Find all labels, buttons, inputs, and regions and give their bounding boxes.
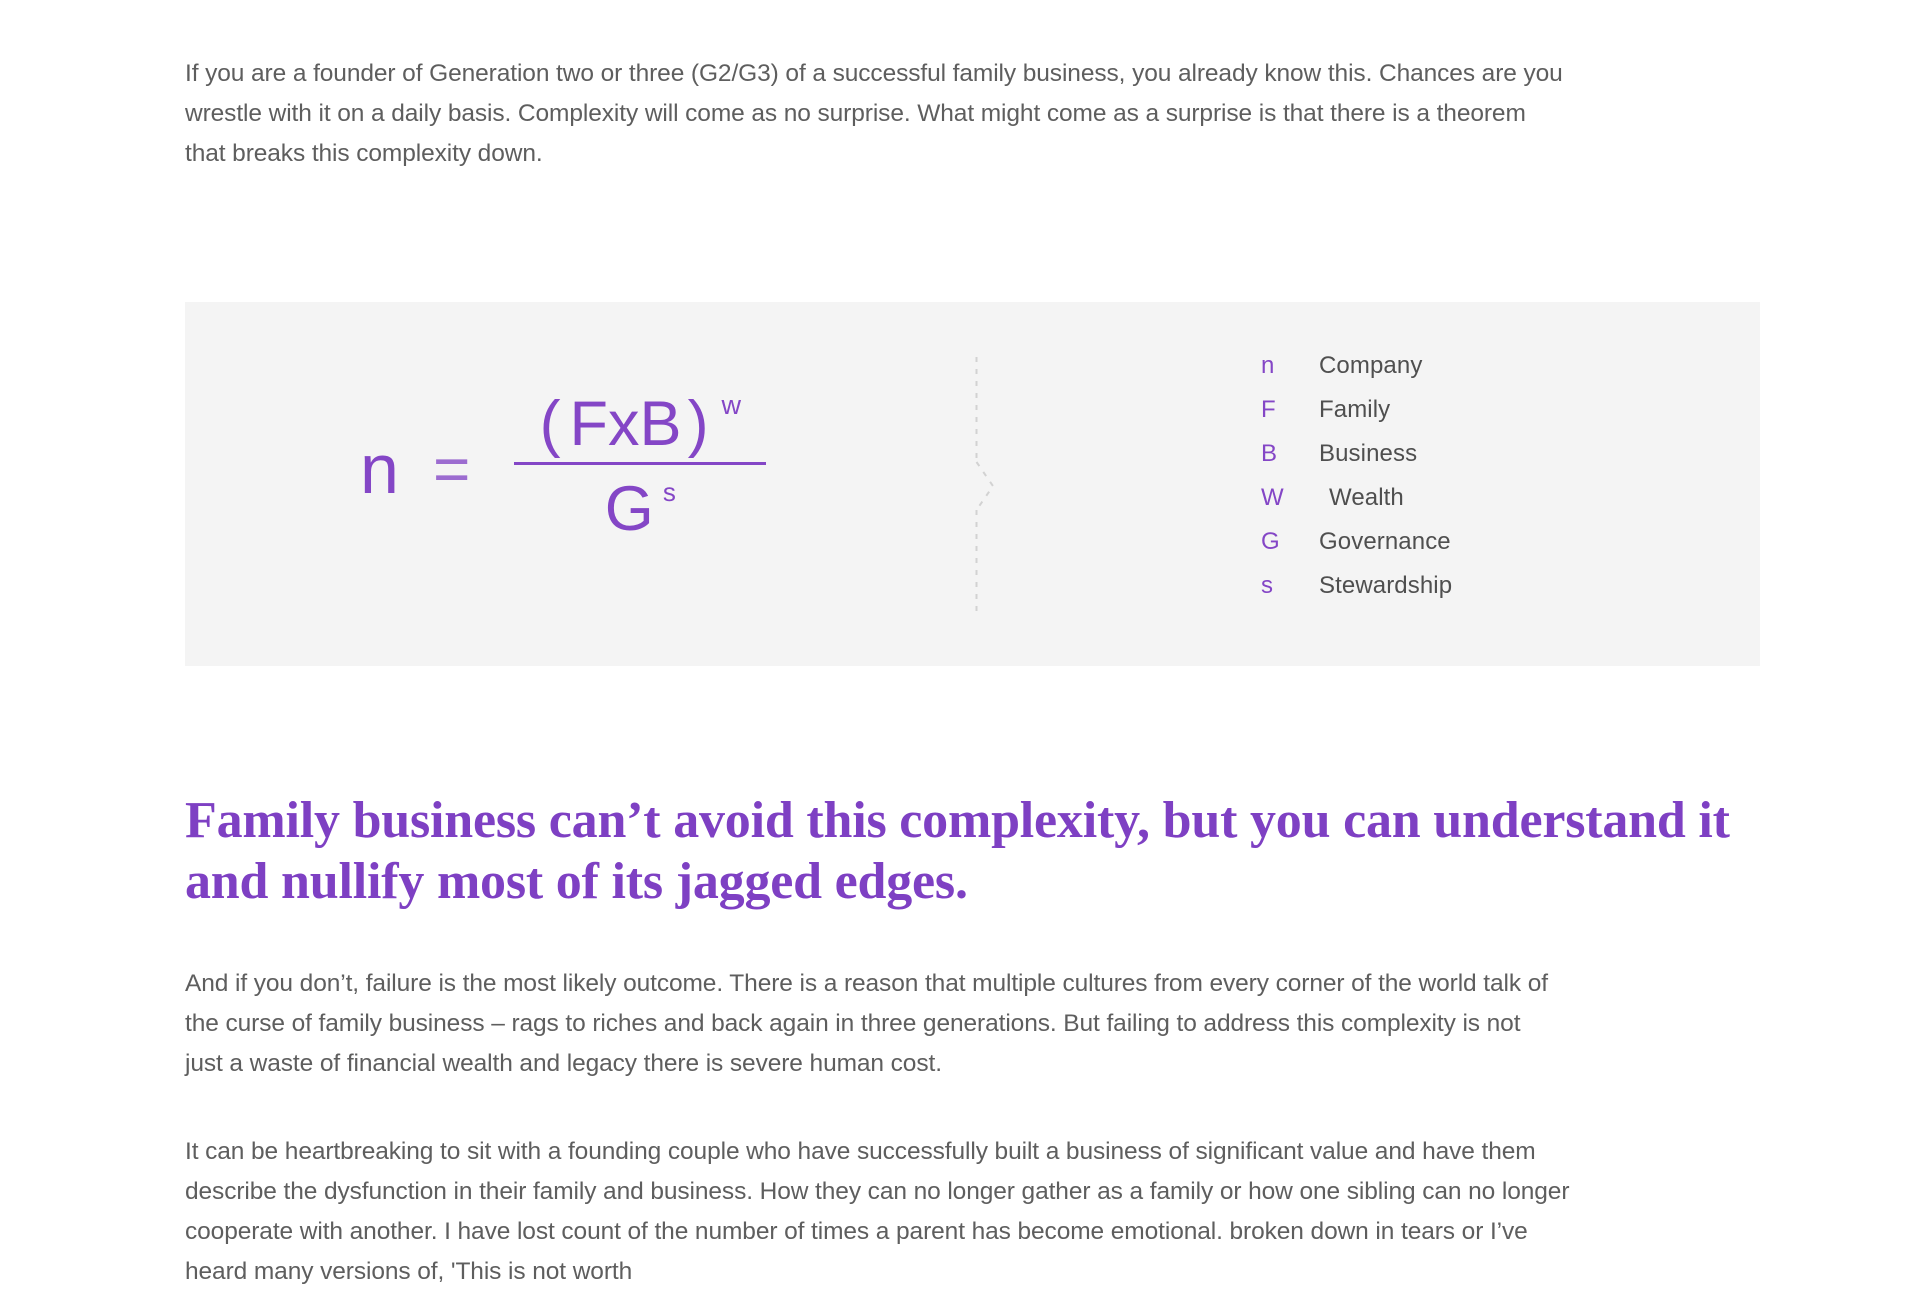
numerator-close-paren: ) — [687, 389, 712, 459]
legend-label: Governance — [1319, 528, 1451, 555]
legend-label: Wealth — [1329, 484, 1404, 511]
denominator-base: G — [604, 474, 654, 545]
legend-label: Family — [1319, 396, 1391, 423]
formula-numerator: ( FxB ) w — [534, 390, 747, 462]
body-paragraph-closing: It can be heartbreaking to sit with a fo… — [185, 1138, 1570, 1285]
numerator-open-paren: ( — [539, 389, 564, 459]
numerator-body: FxB — [569, 389, 682, 459]
legend-symbol: F — [1261, 396, 1276, 423]
section-heading: Family business can’t avoid this complex… — [185, 792, 1730, 910]
legend-label: Business — [1319, 440, 1418, 467]
legend-symbol: B — [1261, 440, 1278, 467]
legend-symbol: W — [1261, 484, 1284, 511]
formula-fraction: ( FxB ) w G s — [514, 390, 767, 544]
legend-label: Stewardship — [1319, 572, 1453, 599]
denominator-exponent: s — [662, 477, 676, 508]
legend-row: W Wealth — [1261, 486, 1452, 530]
legend-symbol: G — [1261, 528, 1280, 555]
legend-row: G Governance — [1261, 530, 1452, 574]
legend-row: B Business — [1261, 442, 1452, 486]
formula-equals-sign: = — [432, 433, 471, 506]
numerator-exponent: w — [721, 390, 742, 420]
dashed-connector-arrow-icon — [975, 357, 1015, 615]
complexity-formula: n = ( FxB ) w G s — [360, 390, 767, 544]
formula-result-variable: n — [360, 430, 399, 509]
article-page: If you are a founder of Generation two o… — [0, 0, 1920, 1285]
formula-legend: n Company F Family B Business W Wealth G… — [1261, 354, 1452, 618]
legend-row: n Company — [1261, 354, 1452, 398]
legend-row: s Stewardship — [1261, 574, 1452, 618]
legend-symbol: s — [1261, 572, 1273, 599]
body-paragraph-after-heading: And if you don’t, failure is the most li… — [185, 970, 1548, 1077]
formula-denominator: G s — [605, 465, 676, 544]
legend-label: Company — [1319, 352, 1423, 379]
intro-paragraph: If you are a founder of Generation two o… — [185, 60, 1563, 167]
legend-symbol: n — [1261, 352, 1275, 379]
legend-row: F Family — [1261, 398, 1452, 442]
formula-panel: n = ( FxB ) w G s n Company F Family B B… — [185, 302, 1760, 666]
